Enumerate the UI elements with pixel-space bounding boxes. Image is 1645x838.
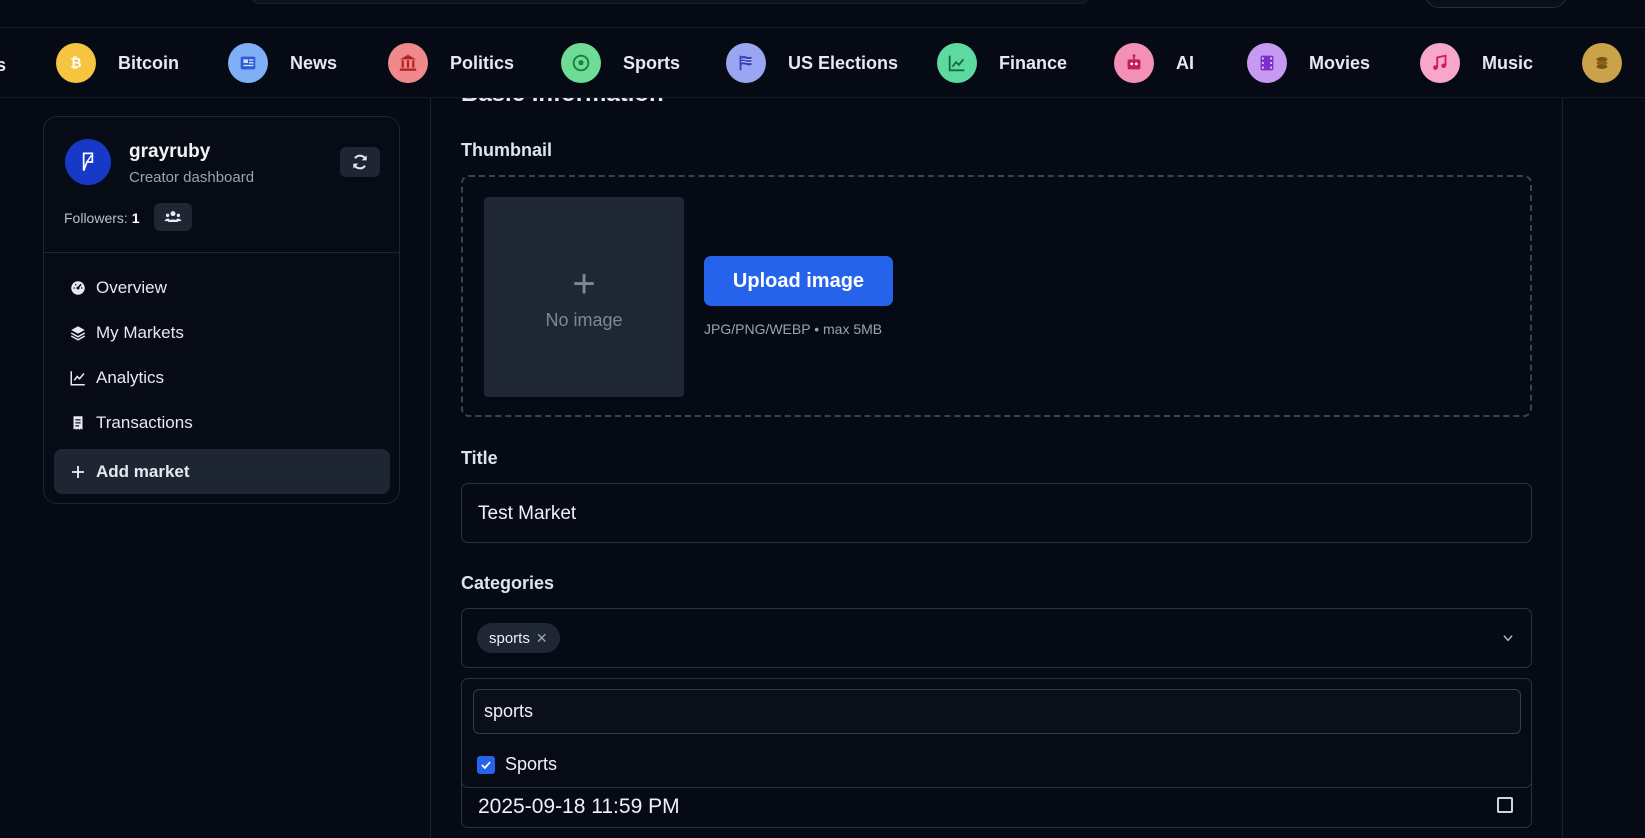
newspaper-icon — [228, 43, 268, 83]
calendar-icon[interactable] — [1497, 797, 1513, 813]
flag-icon — [726, 43, 766, 83]
soccer-ball-icon — [561, 43, 601, 83]
layers-icon — [70, 325, 86, 341]
category-label: Finance — [999, 52, 1068, 73]
category-chip-label: sports — [489, 629, 530, 647]
category-politics[interactable]: Politics — [388, 43, 514, 83]
sidebar-item-label: Overview — [96, 277, 167, 297]
sidebar-item-transactions[interactable]: Transactions — [54, 400, 390, 445]
category-label: Sports — [623, 52, 681, 73]
title-input[interactable]: Test Market — [461, 483, 1532, 543]
category-ai[interactable]: AI — [1114, 43, 1194, 83]
category-bitcoin[interactable]: ₿ Bitcoin — [56, 43, 179, 83]
svg-text:₿: ₿ — [70, 56, 81, 72]
categories-select[interactable]: sports ✕ — [461, 608, 1532, 668]
section-title: Basic Information — [461, 98, 664, 108]
category-news[interactable]: News — [228, 43, 337, 83]
sidebar-item-label: Analytics — [96, 367, 165, 387]
title-label: Title — [461, 448, 498, 468]
film-icon — [1247, 43, 1287, 83]
categories-label: Categories — [461, 573, 555, 593]
category-label: Music — [1482, 52, 1534, 73]
top-header — [0, 0, 1645, 28]
title-value: Test Market — [478, 503, 577, 524]
upload-hint: JPG/PNG/WEBP • max 5MB — [704, 321, 883, 337]
categories-dropdown: Sports — [461, 678, 1532, 788]
followers-value: 1 — [131, 210, 140, 226]
category-label: Movies — [1309, 52, 1371, 73]
plus-icon: + — [572, 261, 596, 306]
landmark-icon — [388, 43, 428, 83]
gauge-icon — [71, 280, 85, 295]
username: grayruby — [129, 141, 211, 162]
music-icon — [1420, 43, 1460, 83]
category-us-elections[interactable]: US Elections — [726, 43, 898, 83]
global-search-input[interactable] — [250, 0, 1090, 4]
coins-icon — [1582, 43, 1622, 83]
category-label: Bitcoin — [118, 52, 179, 73]
category-chip: sports ✕ — [477, 623, 560, 653]
thumbnail-dropzone[interactable]: + No image Upload image JPG/PNG/WEBP • m… — [461, 175, 1532, 417]
refresh-icon — [353, 154, 367, 170]
category-finance[interactable]: Finance — [937, 43, 1067, 83]
no-image-label: No image — [545, 309, 623, 330]
upload-image-button[interactable]: Upload image — [704, 256, 893, 306]
category-option-sports[interactable]: Sports — [477, 754, 557, 775]
robot-icon — [1114, 43, 1154, 83]
category-search-input[interactable] — [473, 689, 1521, 734]
category-movies[interactable]: Movies — [1247, 43, 1370, 83]
profile-section: grayruby Creator dashboard Followers: 1 — [44, 117, 399, 253]
category-option-label: Sports — [505, 754, 558, 774]
chevron-down-icon[interactable] — [1501, 631, 1515, 645]
sidebar-nav: Overview My Markets Analytics Transactio… — [54, 265, 390, 494]
checkbox-checked-icon[interactable] — [477, 755, 495, 774]
category-label: News — [290, 52, 338, 73]
chart-line-icon — [937, 43, 977, 83]
sidebar-item-label: My Markets — [96, 322, 184, 342]
users-icon — [164, 211, 182, 222]
category-partial-label[interactable]: s — [0, 55, 6, 76]
header-action-button[interactable] — [1425, 0, 1567, 8]
add-market-label: Add market — [96, 461, 190, 481]
refresh-button[interactable] — [340, 147, 380, 177]
thumbnail-label: Thumbnail — [461, 140, 552, 160]
thumbnail-placeholder[interactable]: + No image — [484, 197, 684, 397]
category-bar: s ₿ Bitcoin News Politics Sports US Elec… — [0, 28, 1645, 98]
sidebar-item-label: Transactions — [96, 412, 193, 432]
sidebar-item-overview[interactable]: Overview — [54, 265, 390, 310]
category-sports[interactable]: Sports — [561, 43, 680, 83]
add-market-button[interactable]: Add market — [54, 449, 390, 494]
plus-icon — [72, 465, 84, 478]
followers-count: Followers: 1 — [64, 210, 139, 226]
category-music[interactable]: Music — [1420, 43, 1533, 83]
category-label: US Elections — [788, 52, 899, 73]
creator-sidebar: grayruby Creator dashboard Followers: 1 … — [43, 116, 400, 504]
market-form-panel: Basic Information Thumbnail + No image U… — [430, 98, 1563, 838]
remove-chip-icon[interactable]: ✕ — [536, 630, 548, 647]
category-label: AI — [1176, 52, 1194, 73]
followers-label: Followers: — [64, 210, 128, 226]
bitcoin-icon: ₿ — [56, 43, 96, 83]
followers-button[interactable] — [154, 203, 192, 231]
chart-line-icon — [70, 370, 85, 385]
sidebar-item-my-markets[interactable]: My Markets — [54, 310, 390, 355]
category-label: Politics — [450, 52, 515, 73]
user-subtitle: Creator dashboard — [129, 169, 255, 186]
end-date-value: 2025-09-18 11:59 PM — [478, 795, 680, 818]
sidebar-item-analytics[interactable]: Analytics — [54, 355, 390, 400]
avatar — [65, 139, 111, 185]
receipt-icon — [73, 415, 83, 430]
category-partial-next[interactable] — [1582, 43, 1622, 83]
logo-icon — [82, 152, 94, 171]
